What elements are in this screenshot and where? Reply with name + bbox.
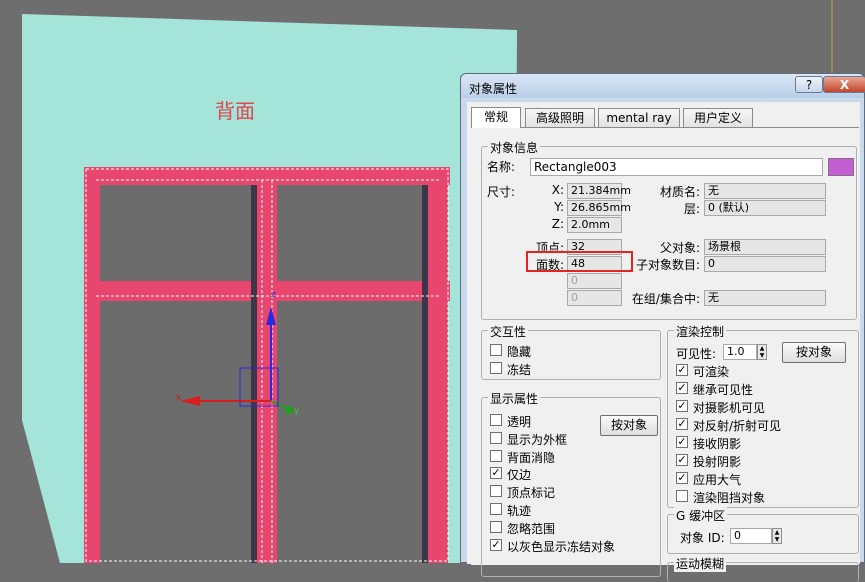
gizmo-y-label: y	[294, 406, 300, 416]
object-color-swatch[interactable]	[828, 158, 854, 176]
name-label: 名称:	[487, 160, 516, 174]
y-dimension-value: 26.865mm	[567, 200, 631, 216]
hide-label: 隐藏	[507, 345, 532, 359]
display-checkbox-2[interactable]	[490, 449, 502, 462]
render-label-0: 可渲染	[693, 365, 730, 379]
tab-user-defined[interactable]: 用户定义	[683, 108, 753, 127]
render-checkbox-7[interactable]	[676, 490, 688, 502]
layer-value: 0 (默认)	[704, 200, 826, 216]
display-label-0: 透明	[507, 415, 532, 429]
gizmo-x-label: x	[176, 393, 182, 403]
disabled-value-1: 0	[567, 273, 622, 289]
render-label-6: 应用大气	[693, 473, 742, 487]
display-label-6: 忽略范围	[507, 521, 556, 536]
display-label-3: 仅边	[507, 468, 532, 483]
x-dimension-value: 21.384mm	[567, 183, 631, 199]
material-label: 材质名:	[659, 185, 700, 199]
material-value: 无	[704, 183, 826, 199]
render-label-7: 渲染阻挡对象	[693, 491, 766, 505]
interactivity-group: 交互性 隐藏 冻结	[481, 323, 661, 380]
render-label-3: 对反射/折射可见	[693, 419, 782, 433]
display-checkbox-0[interactable]	[490, 414, 502, 426]
group-label: 在组/集合中:	[631, 292, 700, 306]
display-properties-label: 显示属性	[488, 390, 541, 407]
z-label: Z:	[551, 217, 564, 231]
freeze-label: 冻结	[507, 363, 532, 377]
display-checkbox-1[interactable]	[490, 431, 502, 444]
disabled-value-2: 0	[567, 290, 622, 306]
tab-advanced-lighting[interactable]: 高级照明	[525, 108, 595, 127]
z-dimension-value: 2.0mm	[567, 217, 622, 233]
tab-general[interactable]: 常规	[471, 107, 521, 128]
render-label-1: 继承可见性	[693, 383, 754, 397]
motion-blur-label: 运动模糊	[674, 555, 727, 572]
display-checkbox-4[interactable]	[490, 485, 502, 498]
visibility-input[interactable]: 1.0	[723, 344, 757, 360]
object-id-input[interactable]: 0	[730, 528, 772, 544]
layer-label: 层:	[683, 202, 700, 216]
size-label: 尺寸:	[487, 185, 516, 199]
object-id-spinner[interactable]: ▲ ▼	[772, 528, 782, 544]
render-checkbox-1[interactable]: ✓	[676, 382, 688, 394]
group-value: 无	[704, 290, 826, 306]
display-label-5: 轨迹	[507, 504, 532, 518]
g-buffer-group: G 缓冲区 对象 ID: 0 ▲ ▼	[667, 507, 859, 554]
display-properties-group: 显示属性 按对象 透明显示为外框背面消隐 ✓ 仅边顶点标记轨迹忽略范围 ✓ 以灰色显示冻…	[481, 390, 661, 577]
dialog-title: 对象属性	[469, 82, 518, 96]
g-buffer-label: G 缓冲区	[674, 507, 728, 524]
display-checkbox-7[interactable]: ✓	[490, 538, 502, 551]
render-by-object-button[interactable]: 按对象	[782, 342, 846, 363]
object-info-group: 对象信息 名称: Rectangle003 尺寸: X: 21.384mm Y:…	[481, 139, 857, 320]
dialog-content: 常规 高级照明 mental ray 用户定义 对象信息 名称: Rectang…	[467, 102, 860, 582]
visibility-spinner[interactable]: ▲ ▼	[757, 344, 767, 360]
render-control-group: 渲染控制 可见性: 1.0 ▲ ▼ 按对象 ✓ 可渲染 ✓ 继承可见性 ✓ 对摄影机可见 ✓ 对…	[667, 323, 859, 508]
display-checkbox-3[interactable]: ✓	[490, 467, 502, 480]
display-label-7: 以灰色显示冻结对象	[507, 539, 616, 554]
display-label-1: 显示为外框	[507, 432, 568, 447]
display-label-2: 背面消隐	[507, 450, 556, 465]
children-label: 子对象数目:	[635, 258, 700, 272]
gizmo-z-label: z	[271, 290, 276, 300]
render-checkbox-6[interactable]: ✓	[676, 472, 688, 484]
children-value: 0	[704, 256, 826, 272]
parent-label: 父对象:	[659, 241, 700, 255]
back-plane-label: 背面	[215, 99, 255, 123]
display-checkbox-5[interactable]	[490, 503, 502, 515]
render-checkbox-2[interactable]: ✓	[676, 400, 688, 412]
render-label-4: 接收阴影	[693, 437, 742, 451]
motion-blur-group: 运动模糊	[667, 555, 859, 582]
freeze-checkbox[interactable]	[490, 362, 502, 374]
y-label: Y:	[554, 200, 564, 214]
tab-mental-ray[interactable]: mental ray	[598, 108, 680, 127]
display-label-4: 顶点标记	[507, 486, 556, 501]
object-info-label: 对象信息	[488, 139, 541, 156]
render-label-5: 投射阴影	[693, 455, 742, 469]
close-button[interactable]: X	[823, 76, 865, 93]
window-frame[interactable]	[84, 167, 450, 563]
object-id-label: 对象 ID:	[680, 531, 725, 545]
hide-checkbox[interactable]	[490, 344, 502, 356]
dialog-titlebar[interactable]: 对象属性 ? X	[461, 74, 865, 98]
name-input[interactable]: Rectangle003	[530, 158, 823, 176]
display-checkbox-6[interactable]	[490, 520, 502, 533]
help-button[interactable]: ?	[795, 76, 823, 93]
render-checkbox-3[interactable]: ✓	[676, 418, 688, 430]
interactivity-label: 交互性	[488, 323, 529, 340]
render-label-2: 对摄影机可见	[693, 401, 766, 415]
render-control-label: 渲染控制	[674, 323, 727, 340]
visibility-label: 可见性:	[676, 347, 717, 361]
general-panel: 对象信息 名称: Rectangle003 尺寸: X: 21.384mm Y:…	[471, 127, 859, 582]
object-properties-dialog: 对象属性 ? X 常规 高级照明 mental ray 用户定义 对象信息 名称…	[460, 73, 865, 582]
render-checkbox-0[interactable]: ✓	[676, 364, 688, 376]
render-checkbox-5[interactable]: ✓	[676, 454, 688, 466]
x-label: X:	[551, 183, 564, 197]
display-by-object-button[interactable]: 按对象	[600, 415, 658, 436]
parent-value: 场景根	[704, 239, 826, 255]
render-checkbox-4[interactable]: ✓	[676, 436, 688, 448]
